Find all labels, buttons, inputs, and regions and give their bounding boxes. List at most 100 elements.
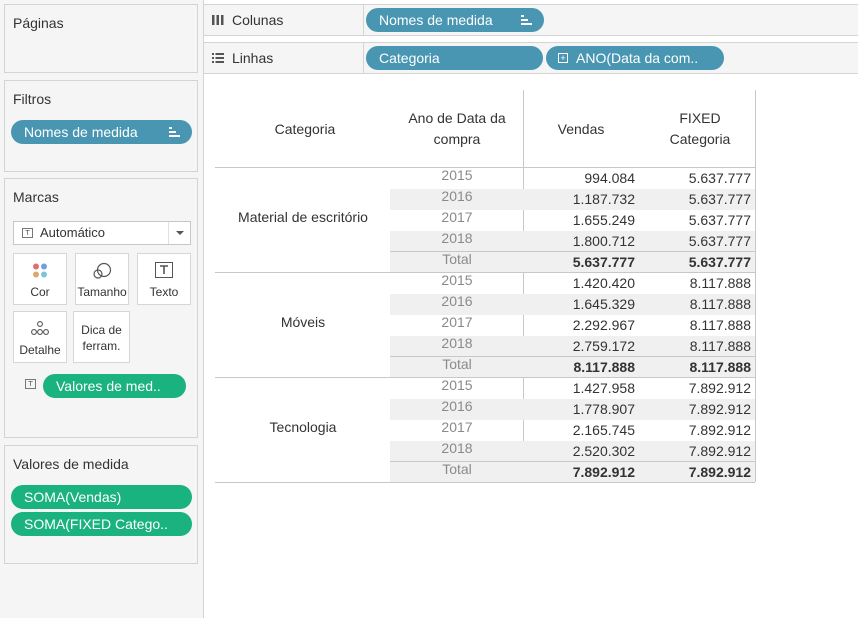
year-cell[interactable]: 2015 <box>390 375 524 396</box>
sales-cell[interactable]: 8.117.888 <box>525 357 635 378</box>
fixed-cell[interactable]: 5.637.777 <box>645 168 751 189</box>
filters-card[interactable]: Filtros Nomes de medida <box>4 80 198 172</box>
size-icon <box>93 262 112 279</box>
sales-cell[interactable]: 1.427.958 <box>525 378 635 399</box>
pages-title: Páginas <box>13 15 64 31</box>
pages-card[interactable]: Páginas <box>4 4 198 73</box>
marks-pill-measure-values[interactable]: Valores de med.. <box>43 374 186 398</box>
columns-pill-label: Nomes de medida <box>379 12 493 28</box>
rows-icon <box>212 53 224 63</box>
rows-pill-year[interactable]: + ANO(Data da com.. <box>546 46 724 70</box>
rows-label-text: Linhas <box>232 50 274 66</box>
size-button-label: Tamanho <box>77 285 127 299</box>
marks-pill-label: Valores de med.. <box>56 378 161 394</box>
color-button[interactable]: Cor <box>13 253 67 305</box>
mark-type-select[interactable]: T Automático <box>13 221 191 245</box>
size-button[interactable]: Tamanho <box>75 253 129 305</box>
rows-shelf[interactable]: Linhas Categoria + ANO(Data da com.. <box>204 42 858 74</box>
expand-icon[interactable]: + <box>558 53 568 63</box>
fixed-cell[interactable]: 7.892.912 <box>645 378 751 399</box>
rows-shelf-label: Linhas <box>204 43 364 73</box>
mark-type-value: Automático <box>40 225 106 240</box>
text-button[interactable]: Texto <box>137 253 191 305</box>
crosstab-view: Categoria Ano de Data da compra Vendas F… <box>205 80 858 618</box>
measure-values-card: Valores de medida SOMA(Vendas) SOMA(FIXE… <box>4 445 198 564</box>
sales-cell[interactable]: 5.637.777 <box>525 252 635 273</box>
chevron-down-icon[interactable] <box>168 222 190 244</box>
year-cell[interactable]: Total <box>390 249 524 270</box>
year-cell[interactable]: 2015 <box>390 165 524 186</box>
year-cell[interactable]: 2017 <box>390 417 524 438</box>
year-cell[interactable]: 2018 <box>390 438 524 459</box>
measure-pill-fixed[interactable]: SOMA(FIXED Catego.. <box>11 512 192 536</box>
detail-button[interactable]: Detalhe <box>13 311 67 363</box>
sales-cell[interactable]: 2.292.967 <box>525 315 635 336</box>
header-sales[interactable]: Vendas <box>525 119 637 140</box>
fixed-cell[interactable]: 7.892.912 <box>645 420 751 441</box>
year-cell[interactable]: 2018 <box>390 333 524 354</box>
sales-cell[interactable]: 1.655.249 <box>525 210 635 231</box>
filter-pill-measure-names[interactable]: Nomes de medida <box>11 120 192 144</box>
header-category[interactable]: Categoria <box>215 119 395 140</box>
sales-cell[interactable]: 994.084 <box>525 168 635 189</box>
detail-icon <box>31 321 49 335</box>
sales-cell[interactable]: 1.778.907 <box>525 399 635 420</box>
category-label[interactable]: Material de escritório <box>213 209 393 225</box>
year-cell[interactable]: Total <box>390 354 524 375</box>
columns-shelf-label: Colunas <box>204 5 364 35</box>
left-panel: Páginas Filtros Nomes de medida Marcas T… <box>0 0 204 618</box>
columns-label-text: Colunas <box>232 12 284 28</box>
sales-cell[interactable]: 1.645.329 <box>525 294 635 315</box>
sales-cell[interactable]: 1.800.712 <box>525 231 635 252</box>
year-cell[interactable]: 2018 <box>390 228 524 249</box>
fixed-cell[interactable]: 8.117.888 <box>645 315 751 336</box>
header-fixed-line1: FIXED <box>679 110 721 126</box>
sales-cell[interactable]: 2.759.172 <box>525 336 635 357</box>
header-fixed[interactable]: FIXED Categoria <box>645 108 755 150</box>
fixed-cell[interactable]: 7.892.912 <box>645 399 751 420</box>
header-year[interactable]: Ano de Data da compra <box>390 108 524 150</box>
fixed-cell[interactable]: 8.117.888 <box>645 357 751 378</box>
sales-cell[interactable]: 1.187.732 <box>525 189 635 210</box>
text-mark-icon: T <box>22 228 33 238</box>
sales-cell[interactable]: 2.165.745 <box>525 420 635 441</box>
columns-shelf[interactable]: Colunas Nomes de medida <box>204 4 858 36</box>
marks-title: Marcas <box>13 189 59 205</box>
fixed-cell[interactable]: 7.892.912 <box>645 441 751 462</box>
category-label[interactable]: Móveis <box>213 314 393 330</box>
divider <box>755 90 756 482</box>
header-year-line2: compra <box>433 131 481 147</box>
sort-icon <box>521 15 532 25</box>
fixed-cell[interactable]: 5.637.777 <box>645 252 751 273</box>
text-mark-icon: T <box>25 379 36 389</box>
year-cell[interactable]: 2016 <box>390 186 524 207</box>
year-cell[interactable]: 2016 <box>390 396 524 417</box>
measure-pill-sales[interactable]: SOMA(Vendas) <box>11 485 192 509</box>
tooltip-button[interactable]: Dica de ferram. <box>73 311 130 363</box>
year-cell[interactable]: 2017 <box>390 207 524 228</box>
fixed-cell[interactable]: 7.892.912 <box>645 462 751 483</box>
fixed-cell[interactable]: 5.637.777 <box>645 189 751 210</box>
measure-values-title: Valores de medida <box>13 456 129 472</box>
filter-pill-label: Nomes de medida <box>24 124 138 140</box>
table-bottom-line <box>215 482 755 483</box>
fixed-cell[interactable]: 5.637.777 <box>645 231 751 252</box>
columns-pill-measure-names[interactable]: Nomes de medida <box>366 8 544 32</box>
fixed-cell[interactable]: 8.117.888 <box>645 336 751 357</box>
year-cell[interactable]: 2016 <box>390 291 524 312</box>
color-icon <box>33 263 47 278</box>
category-label[interactable]: Tecnologia <box>213 419 393 435</box>
fixed-cell[interactable]: 8.117.888 <box>645 294 751 315</box>
year-cell[interactable]: Total <box>390 459 524 480</box>
fixed-cell[interactable]: 8.117.888 <box>645 273 751 294</box>
rows-pill-category[interactable]: Categoria <box>366 46 543 70</box>
year-cell[interactable]: 2015 <box>390 270 524 291</box>
filters-title: Filtros <box>13 91 52 107</box>
tooltip-button-label: Dica de ferram. <box>81 323 122 353</box>
sales-cell[interactable]: 2.520.302 <box>525 441 635 462</box>
sales-cell[interactable]: 7.892.912 <box>525 462 635 483</box>
sales-cell[interactable]: 1.420.420 <box>525 273 635 294</box>
fixed-cell[interactable]: 5.637.777 <box>645 210 751 231</box>
rows-pill-year-label: ANO(Data da com.. <box>576 50 699 66</box>
year-cell[interactable]: 2017 <box>390 312 524 333</box>
